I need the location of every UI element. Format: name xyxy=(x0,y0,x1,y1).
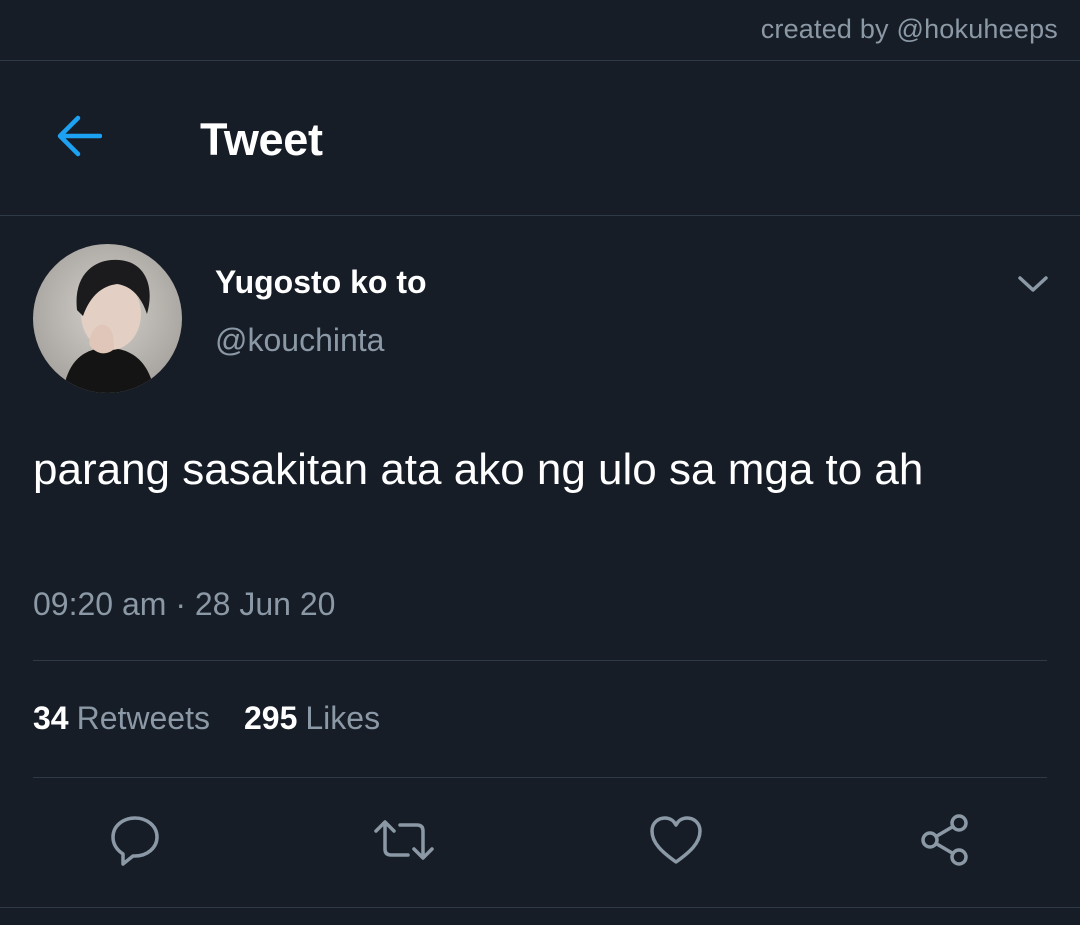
bottom-divider xyxy=(0,907,1080,908)
retweets-count: 34 xyxy=(33,700,69,736)
retweet-button[interactable] xyxy=(374,812,434,872)
chevron-down-icon xyxy=(1017,274,1049,299)
like-button[interactable] xyxy=(646,812,706,872)
avatar-photo xyxy=(33,244,182,393)
share-button[interactable] xyxy=(915,812,975,872)
likes-count: 295 xyxy=(243,700,298,736)
back-button[interactable] xyxy=(50,110,106,166)
top-divider xyxy=(0,60,1080,61)
retweets-label: Retweets xyxy=(76,700,210,736)
avatar[interactable] xyxy=(33,244,182,393)
retweets-stat[interactable]: 34 Retweets xyxy=(33,700,210,737)
share-icon xyxy=(917,812,973,873)
page-title: Tweet xyxy=(200,114,323,165)
reply-icon xyxy=(107,813,163,872)
header-divider xyxy=(0,215,1080,216)
tweet-stats: 34 Retweets 295 Likes xyxy=(33,700,380,737)
stats-divider xyxy=(33,777,1047,778)
likes-label: Likes xyxy=(305,700,381,736)
author-handle[interactable]: @kouchinta xyxy=(215,322,384,359)
tweet-text: parang sasakitan ata ako ng ulo sa mga t… xyxy=(33,445,924,494)
reply-button[interactable] xyxy=(105,812,165,872)
timestamp-divider xyxy=(33,660,1047,661)
likes-stat[interactable]: 295 Likes xyxy=(244,700,380,737)
arrow-left-icon xyxy=(54,114,103,163)
watermark-credit: created by @hokuheeps xyxy=(760,14,1058,44)
heart-icon xyxy=(648,814,704,871)
more-options-button[interactable] xyxy=(1013,268,1053,304)
author-display-name[interactable]: Yugosto ko to xyxy=(215,264,427,301)
retweet-icon xyxy=(372,815,436,870)
tweet-timestamp: 09:20 am · 28 Jun 20 xyxy=(33,586,336,622)
